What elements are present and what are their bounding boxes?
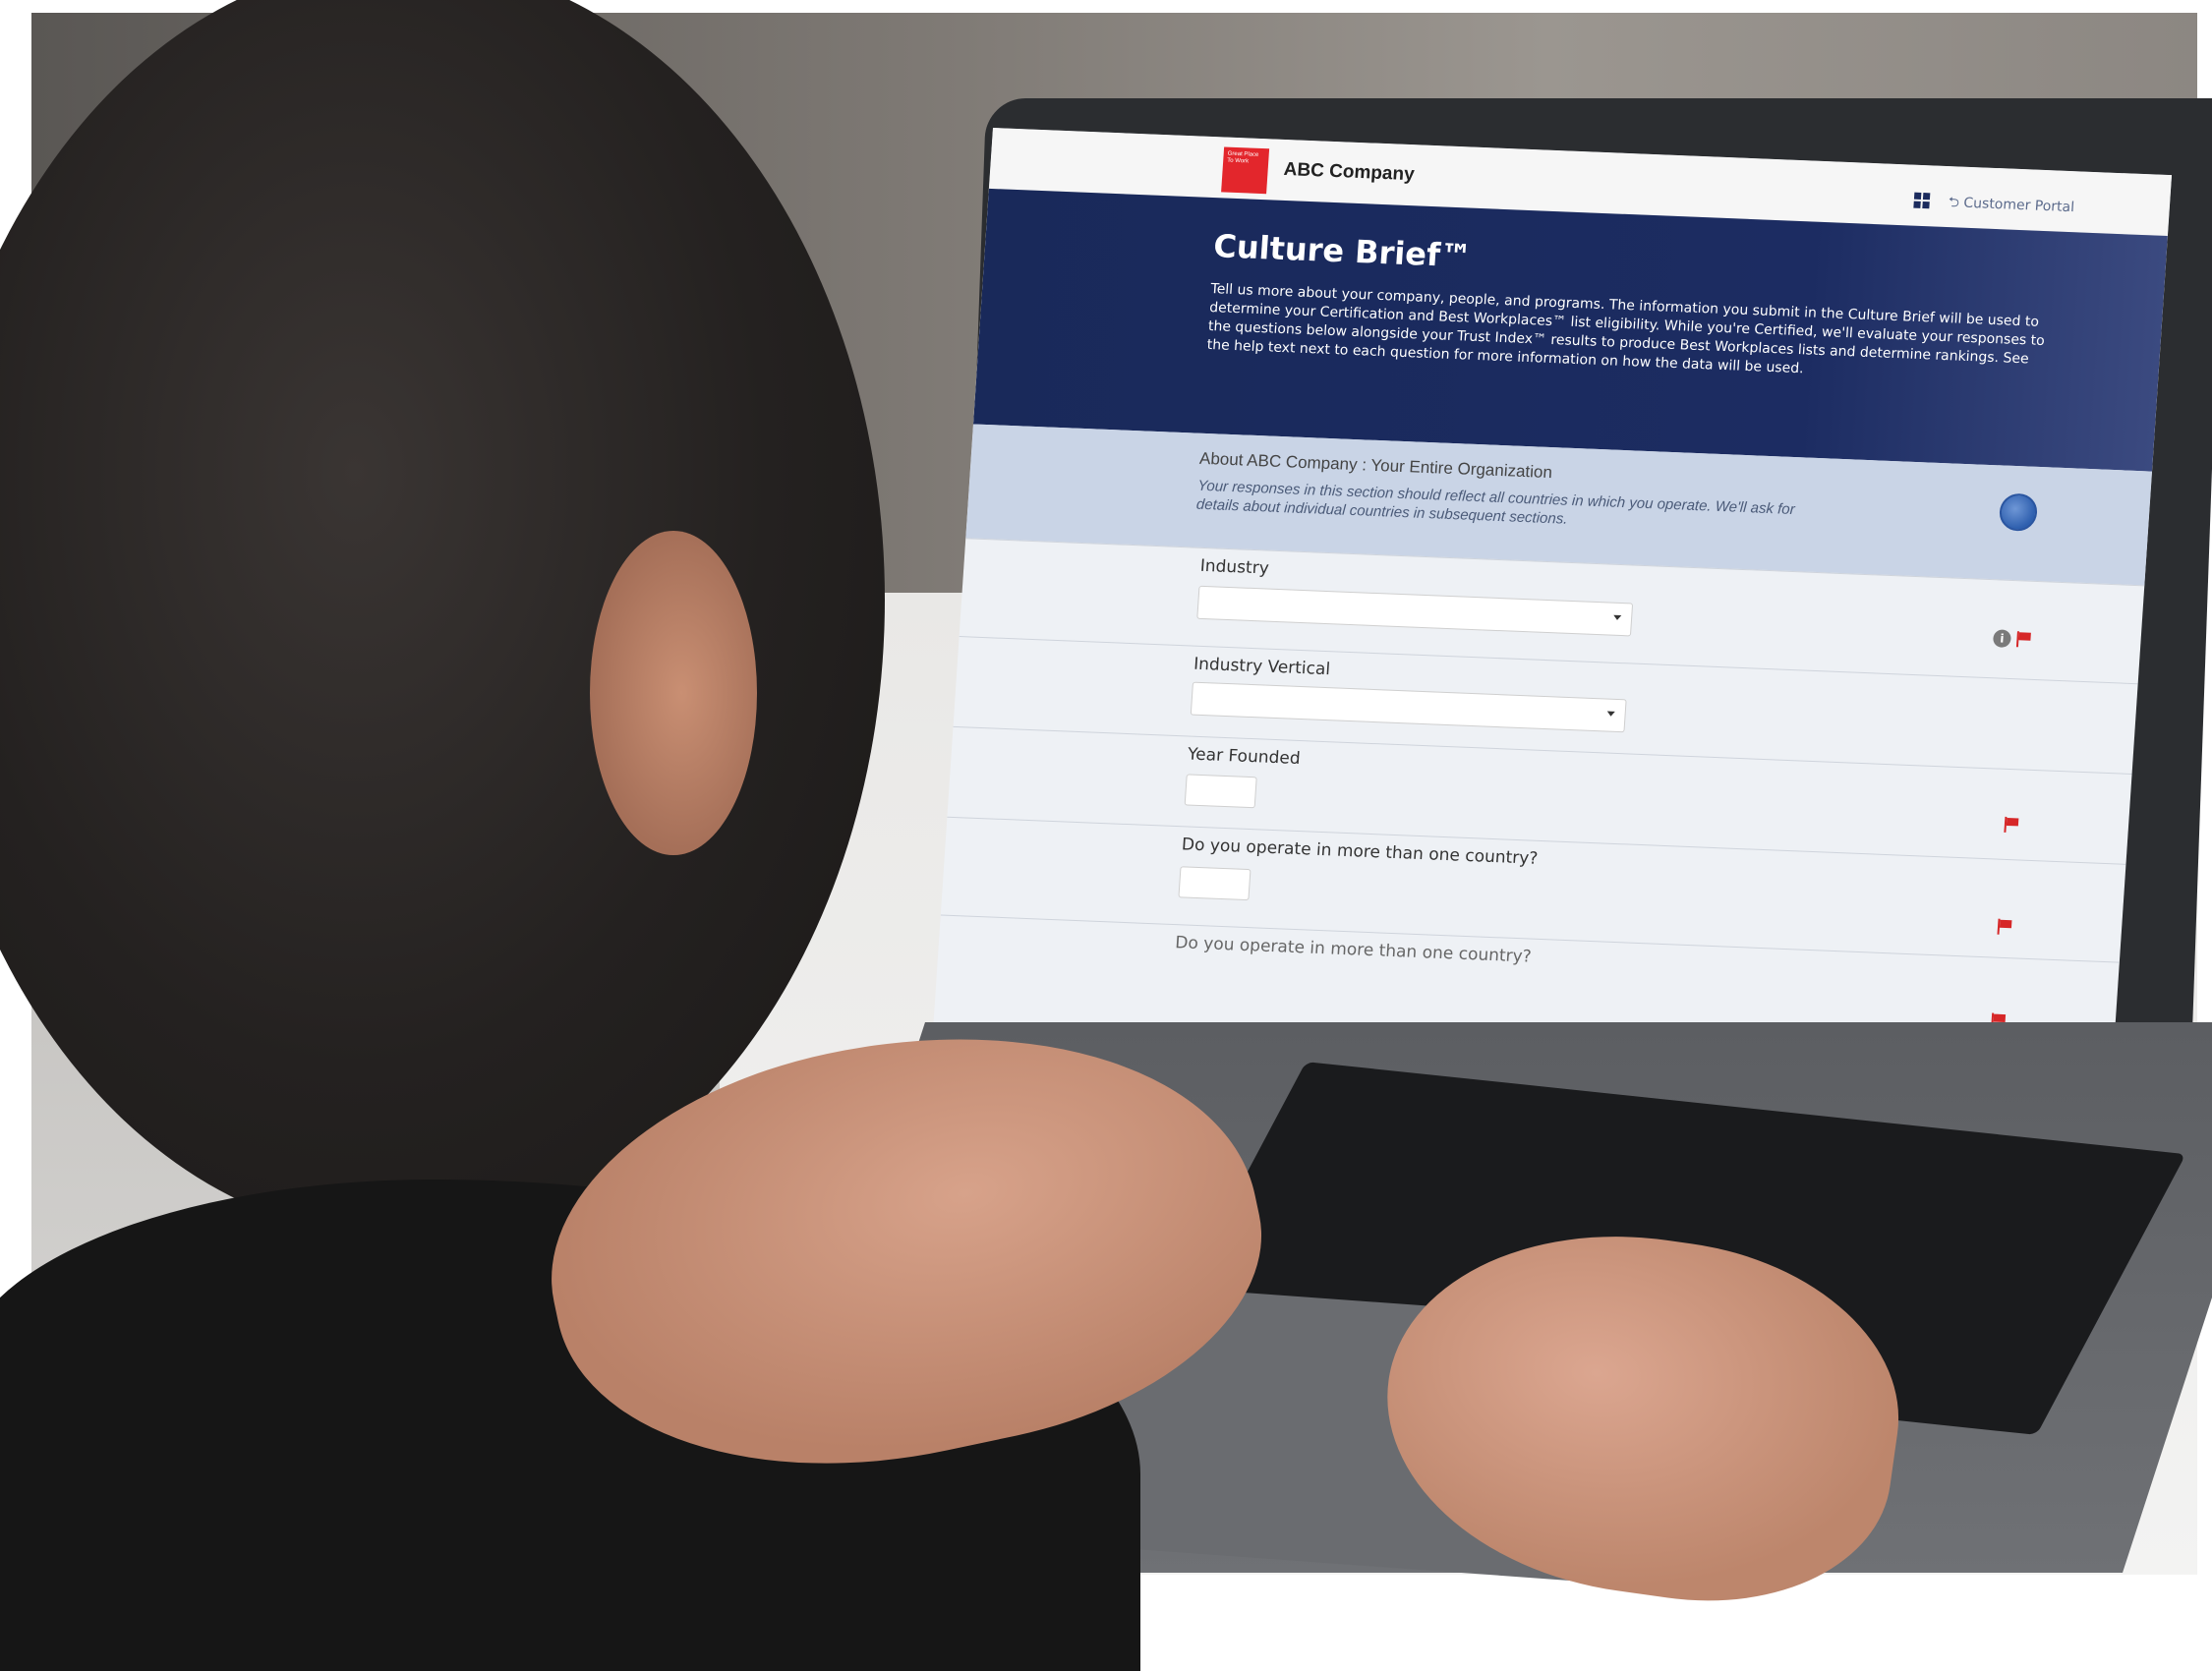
- customer-portal-label: Customer Portal: [1962, 195, 2075, 216]
- customer-portal-link[interactable]: ⮌ Customer Portal: [1948, 192, 2075, 220]
- field-label: Industry: [1199, 555, 1270, 579]
- laptop-screen: Great Place To Work ABC Company ⮌ Custom…: [932, 128, 2173, 1088]
- flag-icon[interactable]: [2016, 631, 2033, 648]
- person-ear: [590, 531, 757, 855]
- grid-icon[interactable]: [1913, 192, 1931, 209]
- industry-vertical-select[interactable]: [1190, 681, 1627, 733]
- multi-country-input[interactable]: [1178, 866, 1252, 901]
- flag-icon[interactable]: [2004, 817, 2020, 834]
- industry-select[interactable]: [1196, 585, 1634, 637]
- company-name: ABC Company: [1283, 158, 1416, 186]
- chevron-down-icon: [1612, 614, 1622, 621]
- back-arrow-icon: ⮌: [1948, 195, 1960, 211]
- logo-text: Great Place To Work: [1227, 150, 1259, 165]
- year-founded-input[interactable]: [1184, 774, 1257, 809]
- chevron-down-icon: [1606, 711, 1615, 717]
- field-label: Industry Vertical: [1193, 654, 1331, 680]
- field-label: Do you operate in more than one country?: [1181, 835, 1539, 869]
- field-label: Do you operate in more than one country?: [1174, 933, 1533, 967]
- info-icon[interactable]: i: [1992, 629, 2012, 648]
- flag-icon[interactable]: [1997, 919, 2013, 936]
- company-logo: Great Place To Work: [1221, 146, 1270, 195]
- field-label: Year Founded: [1187, 744, 1302, 770]
